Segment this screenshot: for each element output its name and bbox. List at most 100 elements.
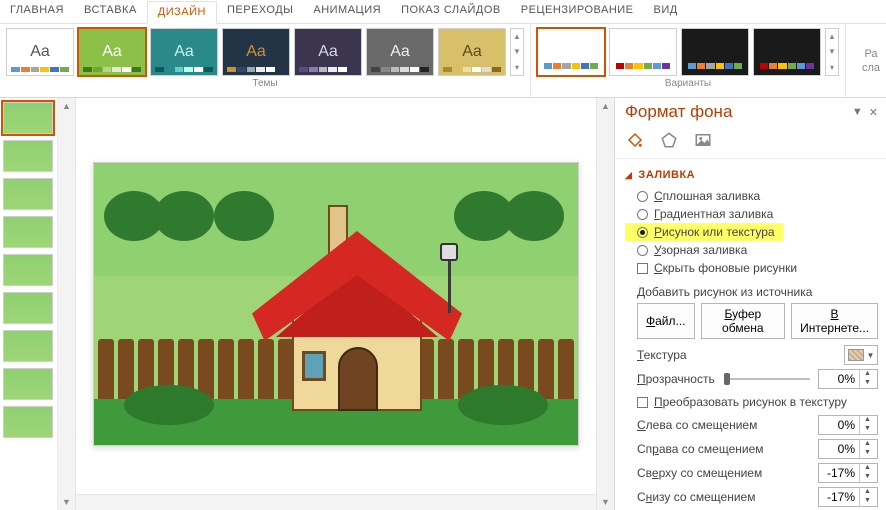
theme-thumb[interactable]: Aa bbox=[294, 28, 362, 76]
ribbon-cut-label-1: Ра bbox=[860, 48, 882, 60]
slide-thumb[interactable] bbox=[3, 330, 53, 362]
bucket-icon bbox=[626, 131, 644, 149]
spin-down-icon[interactable]: ▼ bbox=[860, 425, 875, 434]
radio-solid-fill[interactable]: Сплошная заливка bbox=[625, 187, 878, 205]
section-fill[interactable]: ◢ ЗАЛИВКА bbox=[625, 169, 878, 181]
canvas-vscrollbar[interactable]: ▲ ▼ bbox=[596, 98, 614, 510]
theme-thumb[interactable]: Aa bbox=[366, 28, 434, 76]
slide-canvas[interactable] bbox=[93, 162, 579, 446]
slide-bush bbox=[124, 385, 214, 425]
scroll-down-icon[interactable]: ▼ bbox=[58, 494, 75, 510]
pane-options-button[interactable]: ▼ bbox=[852, 106, 863, 119]
canvas-hscrollbar[interactable] bbox=[76, 494, 596, 510]
tab-animation[interactable]: АНИМАЦИЯ bbox=[303, 0, 391, 23]
tab-design[interactable]: ДИЗАЙН bbox=[147, 1, 217, 24]
radio-picture-fill[interactable]: Рисунок или текстура bbox=[625, 223, 783, 241]
offset-top-spinner[interactable]: ▲▼ bbox=[818, 463, 878, 483]
spin-down-icon[interactable]: ▼ bbox=[860, 449, 875, 458]
variants-more-button[interactable]: ▲▼▾ bbox=[825, 28, 839, 76]
radio-picture-label: Рисунок или текстура bbox=[654, 225, 775, 239]
tab-insert[interactable]: ВСТАВКА bbox=[74, 0, 147, 23]
ribbon-cutoff: Ра сла bbox=[846, 24, 886, 97]
spin-up-icon[interactable]: ▲ bbox=[860, 464, 875, 473]
offset-right-spinner[interactable]: ▲▼ bbox=[818, 439, 878, 459]
button-file[interactable]: Файл... bbox=[637, 303, 695, 339]
slide-thumb[interactable] bbox=[3, 178, 53, 210]
pane-tab-fill[interactable] bbox=[625, 130, 645, 150]
theme-thumb[interactable]: Aa bbox=[6, 28, 74, 76]
slide-thumb[interactable] bbox=[3, 102, 53, 134]
collapse-icon: ◢ bbox=[625, 170, 632, 181]
scroll-down-icon[interactable]: ▼ bbox=[597, 494, 614, 510]
chevron-down-icon: ▼ bbox=[867, 351, 875, 360]
check-hide-bg-label: Скрыть фоновые рисунки bbox=[654, 261, 797, 275]
tab-transitions[interactable]: ПЕРЕХОДЫ bbox=[217, 0, 303, 23]
pane-close-button[interactable]: ✕ bbox=[869, 106, 878, 119]
tab-slideshow[interactable]: ПОКАЗ СЛАЙДОВ bbox=[391, 0, 511, 23]
button-online[interactable]: В Интернете... bbox=[791, 303, 878, 339]
variants-gallery: ▲▼▾ bbox=[537, 28, 839, 76]
transparency-input[interactable] bbox=[819, 372, 859, 386]
theme-thumb[interactable]: Aa bbox=[78, 28, 146, 76]
offset-bottom-label: Снизу со смещением bbox=[637, 490, 810, 504]
spin-down-icon[interactable]: ▼ bbox=[860, 497, 875, 506]
spin-up-icon[interactable]: ▲ bbox=[860, 440, 875, 449]
variant-thumb[interactable] bbox=[753, 28, 821, 76]
theme-thumb[interactable]: Aa bbox=[438, 28, 506, 76]
spin-down-icon[interactable]: ▼ bbox=[860, 473, 875, 482]
theme-thumb[interactable]: Aa bbox=[150, 28, 218, 76]
variants-group-label: Варианты bbox=[665, 78, 711, 89]
offset-bottom-spinner[interactable]: ▲▼ bbox=[818, 487, 878, 507]
tab-review[interactable]: РЕЦЕНЗИРОВАНИЕ bbox=[511, 0, 644, 23]
format-background-pane: Формат фона ▼ ✕ ◢ ЗАЛИВКА bbox=[614, 98, 886, 510]
pane-tab-picture[interactable] bbox=[693, 130, 713, 150]
offset-left-input[interactable] bbox=[819, 418, 859, 432]
radio-gradient-fill[interactable]: Градиентная заливка bbox=[625, 205, 878, 223]
picture-icon bbox=[694, 131, 712, 149]
radio-pattern-fill[interactable]: Узорная заливка bbox=[625, 241, 878, 259]
radio-icon bbox=[637, 227, 648, 238]
work-area: ▲ ▼ bbox=[0, 98, 886, 510]
slide-thumb[interactable] bbox=[3, 140, 53, 172]
theme-thumb[interactable]: Aa bbox=[222, 28, 290, 76]
add-picture-label: Добавить рисунок из источника bbox=[637, 285, 878, 299]
spin-up-icon[interactable]: ▲ bbox=[860, 488, 875, 497]
slide-thumb[interactable] bbox=[3, 406, 53, 438]
slide-thumb[interactable] bbox=[3, 292, 53, 324]
offset-right-input[interactable] bbox=[819, 442, 859, 456]
pane-title: Формат фона bbox=[625, 102, 732, 122]
slide-thumb[interactable] bbox=[3, 254, 53, 286]
offset-left-spinner[interactable]: ▲▼ bbox=[818, 415, 878, 435]
slide-thumb[interactable] bbox=[3, 368, 53, 400]
spin-down-icon[interactable]: ▼ bbox=[860, 379, 875, 388]
tab-view[interactable]: ВИД bbox=[644, 0, 688, 23]
radio-icon bbox=[637, 191, 648, 202]
thumbs-scrollbar[interactable]: ▲ ▼ bbox=[58, 98, 76, 510]
check-hide-bg[interactable]: Скрыть фоновые рисунки bbox=[625, 259, 878, 277]
variant-thumb[interactable] bbox=[609, 28, 677, 76]
variant-thumb[interactable] bbox=[681, 28, 749, 76]
offset-right-label: Справа со смещением bbox=[637, 442, 810, 456]
variant-thumb[interactable] bbox=[537, 28, 605, 76]
ribbon: Aa Aa Aa Aa Aa Aa Aa ▲▼▾ Темы bbox=[0, 24, 886, 98]
offset-top-label: Сверху со смещением bbox=[637, 466, 810, 480]
radio-icon bbox=[637, 245, 648, 256]
slide-thumb[interactable] bbox=[3, 216, 53, 248]
transparency-slider[interactable] bbox=[724, 372, 810, 386]
offset-top-input[interactable] bbox=[819, 466, 859, 480]
ribbon-tabs: ГЛАВНАЯ ВСТАВКА ДИЗАЙН ПЕРЕХОДЫ АНИМАЦИЯ… bbox=[0, 0, 886, 24]
pane-tab-effects[interactable] bbox=[659, 130, 679, 150]
themes-more-button[interactable]: ▲▼▾ bbox=[510, 28, 524, 76]
tab-home[interactable]: ГЛАВНАЯ bbox=[0, 0, 74, 23]
transparency-spinner[interactable]: ▲▼ bbox=[818, 369, 878, 389]
texture-picker[interactable]: ▼ bbox=[844, 345, 878, 365]
check-tile-label: Преобразовать рисунок в текстуру bbox=[654, 395, 847, 409]
button-clipboard[interactable]: Буфер обмена bbox=[701, 303, 786, 339]
spin-up-icon[interactable]: ▲ bbox=[860, 370, 875, 379]
offset-bottom-input[interactable] bbox=[819, 490, 859, 504]
scroll-up-icon[interactable]: ▲ bbox=[597, 98, 614, 114]
spin-up-icon[interactable]: ▲ bbox=[860, 416, 875, 425]
themes-gallery: Aa Aa Aa Aa Aa Aa Aa ▲▼▾ bbox=[6, 28, 524, 76]
check-tile[interactable]: Преобразовать рисунок в текстуру bbox=[625, 393, 878, 411]
scroll-up-icon[interactable]: ▲ bbox=[58, 98, 75, 114]
